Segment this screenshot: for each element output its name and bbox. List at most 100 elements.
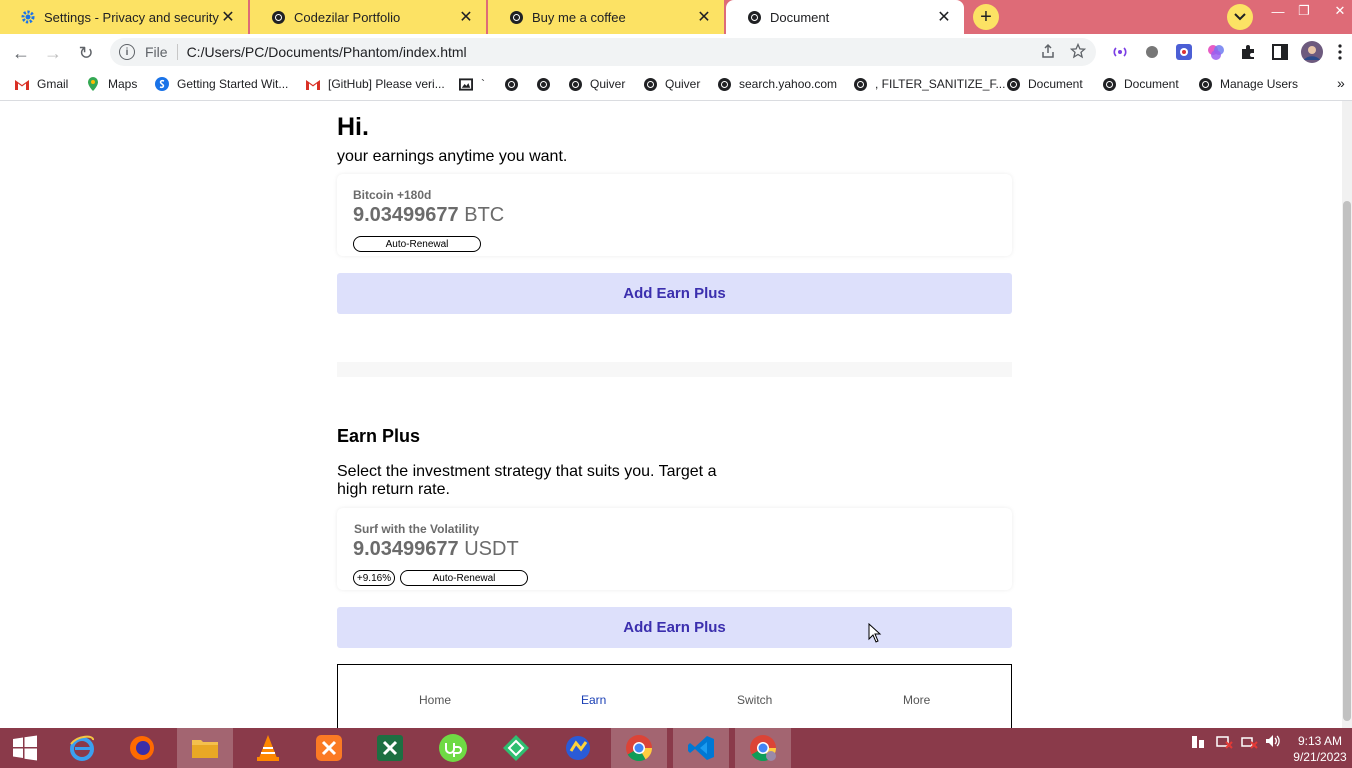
bookmark-document-1[interactable]: Document xyxy=(1006,77,1083,91)
nav-earn[interactable]: Earn xyxy=(581,693,606,707)
metatrader-icon[interactable] xyxy=(550,728,606,768)
bookmark-maps[interactable]: Maps xyxy=(86,77,137,91)
clock-date: 9/21/2023 xyxy=(1293,750,1347,764)
xampp-icon[interactable] xyxy=(301,728,357,768)
profile-avatar[interactable] xyxy=(1301,41,1323,63)
chevron-down-icon xyxy=(1234,13,1246,21)
bookmark-getting-started[interactable]: Getting Started Wit... xyxy=(155,77,288,91)
excel-icon[interactable] xyxy=(362,728,418,768)
close-window-icon[interactable]: ✕ xyxy=(1327,0,1352,22)
nav-switch[interactable]: Switch xyxy=(737,693,772,707)
nav-home[interactable]: Home xyxy=(419,693,451,707)
globe-icon xyxy=(536,77,550,91)
address-bar[interactable]: i File C:/Users/PC/Documents/Phantom/ind… xyxy=(110,38,1096,66)
close-tab-icon[interactable]: ✕ xyxy=(696,9,712,26)
extension-icon[interactable] xyxy=(1143,43,1161,61)
add-earn-plus-button[interactable]: Add Earn Plus xyxy=(337,273,1012,314)
volatility-earn-card[interactable]: Surf with the Volatility 9.03499677 USDT… xyxy=(337,508,1012,590)
bookmark-gmail[interactable]: Gmail xyxy=(15,77,68,91)
bookmark-yahoo[interactable]: search.yahoo.com xyxy=(717,77,837,91)
back-arrow-icon[interactable]: ← xyxy=(10,42,32,64)
chrome-icon[interactable] xyxy=(611,728,667,768)
page-scrollbar[interactable] xyxy=(1342,101,1352,728)
upwork-icon[interactable] xyxy=(425,728,481,768)
tab-strip: Settings - Privacy and security ✕ Codezi… xyxy=(0,0,1352,34)
bookmark-backtick[interactable]: ` xyxy=(459,77,485,91)
no-internet-icon[interactable] xyxy=(1240,732,1258,753)
bookmark-github-verify[interactable]: [GitHub] Please veri... xyxy=(306,77,445,91)
close-tab-icon[interactable]: ✕ xyxy=(458,9,474,26)
add-earn-plus-button-2[interactable]: Add Earn Plus xyxy=(337,607,1012,648)
settings-gear-icon xyxy=(20,9,36,25)
tab-codezilar-portfolio[interactable]: Codezilar Portfolio ✕ xyxy=(250,0,486,34)
bookmark-quiver-2[interactable]: Quiver xyxy=(643,77,700,91)
bookmark-label: Quiver xyxy=(590,77,626,91)
globe-icon xyxy=(270,9,286,25)
url-separator xyxy=(176,44,178,60)
tab-search-button[interactable] xyxy=(1227,4,1253,30)
forward-arrow-icon[interactable]: → xyxy=(42,42,64,64)
url-text[interactable]: C:/Users/PC/Documents/Phantom/index.html xyxy=(187,44,1040,60)
tab-title: Codezilar Portfolio xyxy=(294,9,401,25)
file-explorer-icon[interactable] xyxy=(177,728,233,768)
bookmark-document-2[interactable]: Document xyxy=(1102,77,1179,91)
maps-icon xyxy=(86,77,100,91)
bitcoin-earn-card[interactable]: Bitcoin +180d 9.03499677 BTC Auto-Renewa… xyxy=(337,174,1012,256)
minimize-icon[interactable]: — xyxy=(1265,0,1291,22)
vlc-icon[interactable] xyxy=(240,728,296,768)
greeting-heading: Hi. xyxy=(337,113,369,141)
share-icon[interactable] xyxy=(1040,43,1056,62)
vscode-icon[interactable] xyxy=(673,728,729,768)
scrollbar-thumb[interactable] xyxy=(1343,201,1351,721)
new-tab-button[interactable]: + xyxy=(973,4,999,30)
bookmark-label: Manage Users xyxy=(1220,77,1299,91)
tab-settings[interactable]: Settings - Privacy and security ✕ xyxy=(0,0,248,34)
bookmark-filter-sanitize[interactable]: , FILTER_SANITIZE_F... xyxy=(853,77,1005,91)
internet-explorer-icon[interactable] xyxy=(54,728,110,768)
system-clock[interactable]: 9:13 AM 9/21/2023 xyxy=(1290,733,1350,765)
tab-document[interactable]: Document ✕ xyxy=(726,0,964,34)
battery-status-icon[interactable] xyxy=(1215,732,1233,753)
mouse-cursor-icon xyxy=(868,623,882,643)
reload-icon[interactable]: ↻ xyxy=(75,42,97,64)
more-bookmarks-chevron-icon[interactable]: » xyxy=(1337,75,1345,91)
bookmark-quiver-1[interactable]: Quiver xyxy=(568,77,625,91)
globe-icon xyxy=(504,77,518,91)
amount-value: 9.03499677 xyxy=(353,538,459,560)
nav-more[interactable]: More xyxy=(903,693,930,707)
chrome-profile-icon[interactable] xyxy=(735,728,791,768)
bookmark-star-icon[interactable] xyxy=(1069,42,1087,62)
puzzle-extensions-icon[interactable] xyxy=(1239,43,1257,61)
bookmark-label: search.yahoo.com xyxy=(739,77,838,91)
broadcast-extension-icon[interactable] xyxy=(1111,43,1129,61)
globe-icon xyxy=(1198,77,1212,91)
close-tab-icon[interactable]: ✕ xyxy=(936,9,952,26)
bookmark-label: [GitHub] Please veri... xyxy=(328,77,445,91)
more-menu-icon[interactable] xyxy=(1331,43,1349,61)
globe-icon xyxy=(1102,77,1116,91)
firefox-icon[interactable] xyxy=(114,728,170,768)
shopify-icon xyxy=(155,77,169,91)
bookmark-label: Gmail xyxy=(37,77,69,91)
bookmark-manage-users[interactable]: Manage Users xyxy=(1198,77,1298,91)
vpn-app-icon[interactable] xyxy=(488,728,544,768)
windows-taskbar: 9:13 AM 9/21/2023 xyxy=(0,728,1352,768)
info-icon[interactable]: i xyxy=(119,44,135,60)
network-icon[interactable] xyxy=(1190,732,1208,753)
bookmark-globe-1[interactable] xyxy=(504,77,526,91)
tab-buy-me-a-coffee[interactable]: Buy me a coffee ✕ xyxy=(488,0,724,34)
bookmark-globe-2[interactable] xyxy=(536,77,558,91)
bookmark-label: ` xyxy=(481,77,485,91)
auto-renewal-badge: Auto-Renewal xyxy=(400,570,528,586)
earn-plus-title: Earn Plus xyxy=(337,426,421,446)
amount-currency: USDT xyxy=(464,538,519,560)
globe-icon xyxy=(508,9,524,25)
side-panel-icon[interactable] xyxy=(1271,43,1289,61)
tab-title: Document xyxy=(770,9,830,25)
restore-icon[interactable]: ❐ xyxy=(1291,0,1317,22)
windows-start-icon[interactable] xyxy=(0,728,50,768)
volume-icon[interactable] xyxy=(1264,732,1282,753)
screen-recorder-extension-icon[interactable] xyxy=(1175,43,1193,61)
close-tab-icon[interactable]: ✕ xyxy=(220,9,236,26)
color-extension-icon[interactable] xyxy=(1207,43,1225,61)
